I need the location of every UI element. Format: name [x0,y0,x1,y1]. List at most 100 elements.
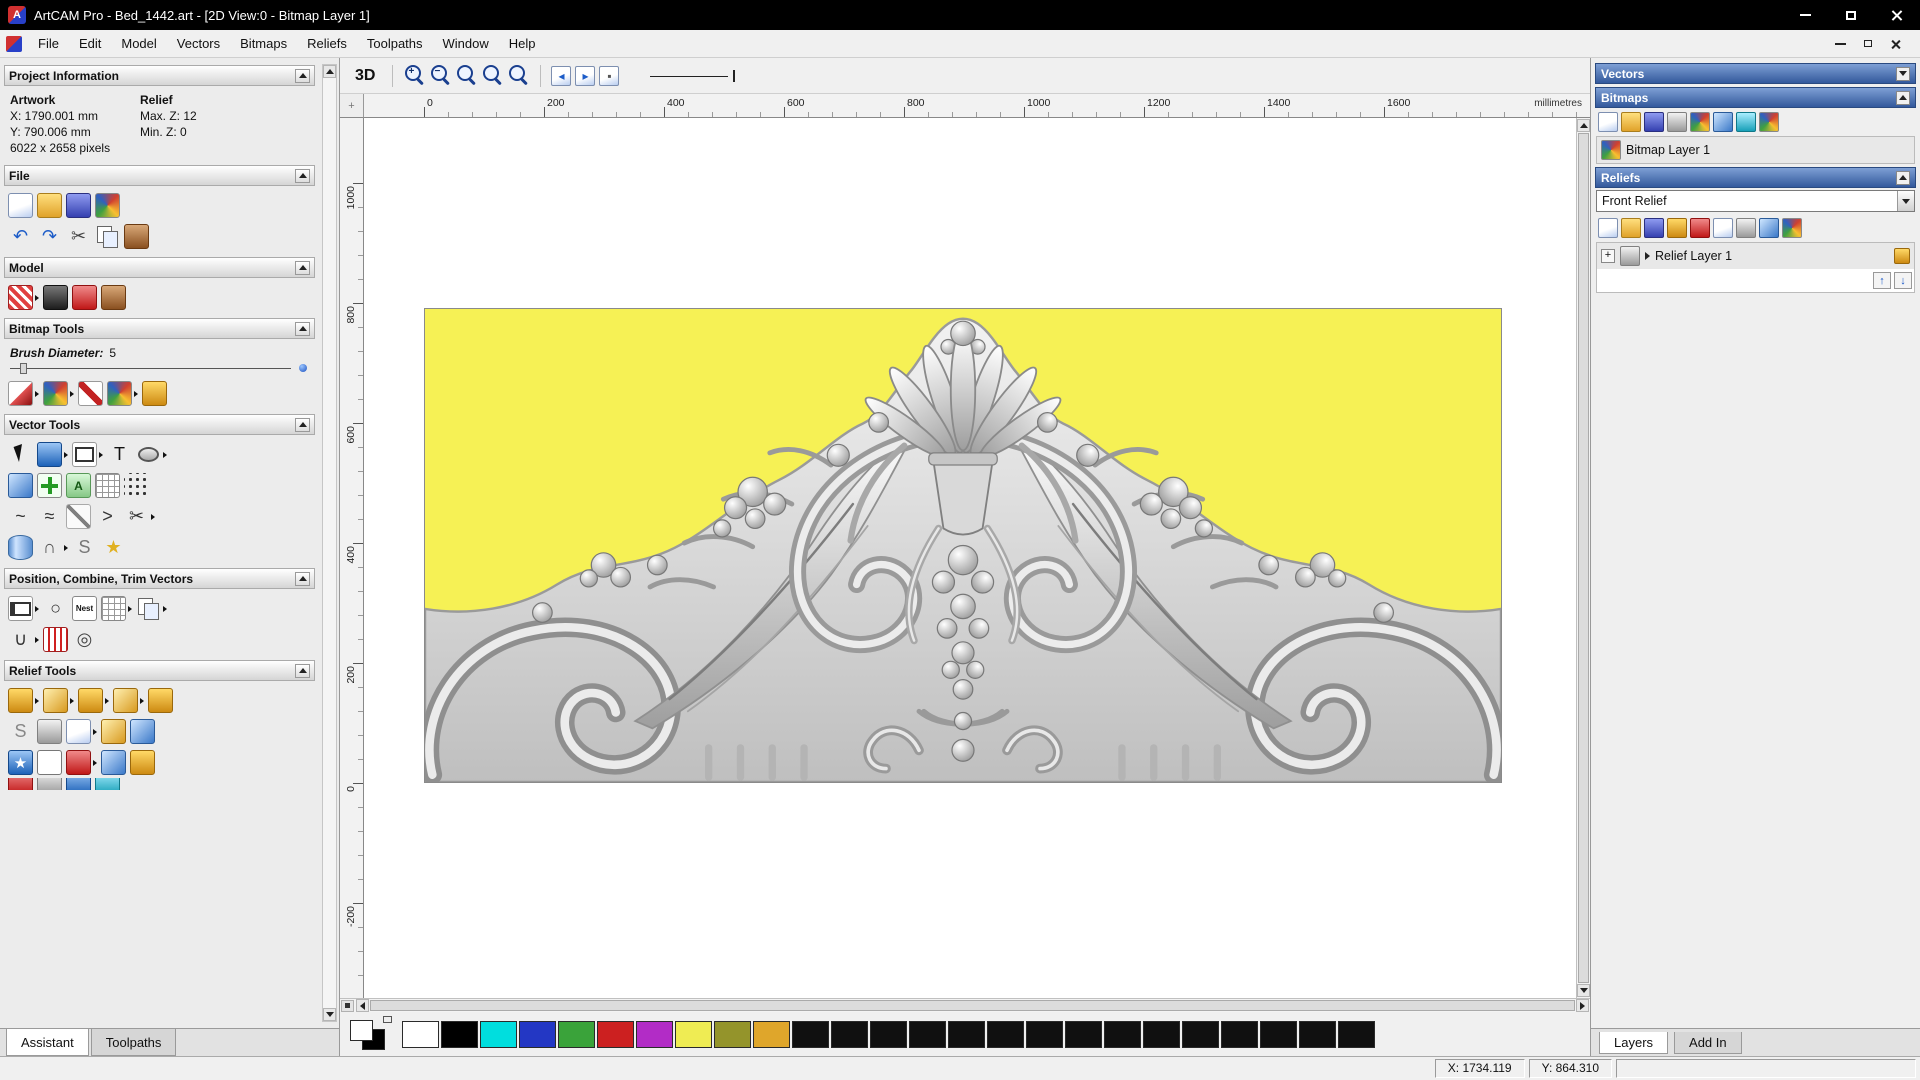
import-model-icon[interactable] [95,193,120,218]
flyout-arrow-icon[interactable] [128,605,132,612]
weave-wizard-icon[interactable]: ∩ [37,535,68,560]
swatch-dark[interactable] [792,1020,829,1048]
menu-window[interactable]: Window [433,32,499,55]
picture-icon[interactable] [101,285,126,310]
turn-relief-icon[interactable] [148,688,173,713]
new-bitmap-layer-icon[interactable] [1598,112,1618,132]
document-icon[interactable] [6,35,22,52]
swatch-dark[interactable] [1143,1020,1180,1048]
tab-layers[interactable]: Layers [1599,1031,1669,1054]
collapse-section-button[interactable] [295,663,310,678]
menu-reliefs[interactable]: Reliefs [297,32,357,55]
flyout-arrow-icon[interactable] [151,513,155,520]
delete-layer-icon[interactable] [1759,218,1779,238]
swatch-dark[interactable] [1338,1020,1375,1048]
invert-layer-icon[interactable] [1690,218,1710,238]
lock-relief-icon[interactable] [130,719,155,744]
menu-bitmaps[interactable]: Bitmaps [230,32,297,55]
swap-colours-icon[interactable] [383,1016,392,1023]
weave-relief-icon[interactable] [37,719,62,744]
bitmap-artwork[interactable] [424,308,1502,783]
colour-picker-icon[interactable] [78,381,103,406]
redraw-view-icon[interactable]: ▪ [599,65,620,86]
vertical-scrollbar[interactable] [1576,118,1590,998]
new-model-icon[interactable] [8,193,33,218]
scroll-right-button[interactable] [1576,999,1589,1012]
assistant-scrollbar[interactable] [322,64,337,1022]
smooth-layer-icon[interactable] [1667,218,1687,238]
arc-tool-icon[interactable]: > [95,504,120,529]
swatch-dark[interactable] [1104,1020,1141,1048]
palette-icon[interactable] [107,381,138,406]
restore-document-button[interactable] [1856,33,1880,54]
swept-profiles-icon[interactable]: S [8,719,33,744]
spiral-icon[interactable]: ◎ [72,627,97,652]
swatch-cyan[interactable] [480,1020,517,1048]
paint-icon[interactable] [8,381,39,406]
group-vectors-icon[interactable] [136,596,167,621]
collapse-section-button[interactable] [295,68,310,83]
snap-grid-icon[interactable] [95,473,120,498]
transparency-icon[interactable] [1736,112,1756,132]
envelope-relief-icon[interactable] [37,750,62,775]
flyout-arrow-icon[interactable] [134,390,138,397]
swatch-dark[interactable] [831,1020,868,1048]
swatch-dark[interactable] [1026,1020,1063,1048]
circular-copy-icon[interactable]: ○ [43,596,68,621]
collapse-section-button[interactable] [295,417,310,432]
collapse-section-button[interactable] [295,168,310,183]
open-bitmap-layer-icon[interactable] [1621,112,1641,132]
flyout-arrow-icon[interactable] [35,390,39,397]
swatch-dark[interactable] [948,1020,985,1048]
pane-splitter-button[interactable] [341,999,354,1012]
swatch-white[interactable] [402,1020,439,1048]
menu-toolpaths[interactable]: Toolpaths [357,32,433,55]
fit-curve-icon[interactable]: ~ [8,504,33,529]
scale-layer-icon[interactable] [1713,218,1733,238]
redo-icon[interactable]: ↷ [37,224,62,249]
node-editing-icon[interactable] [66,504,91,529]
flood-fill-icon[interactable] [142,381,167,406]
dropdown-arrow-icon[interactable] [1897,191,1914,211]
minimize-window-button[interactable] [1782,0,1828,30]
smooth-relief-icon[interactable] [43,688,74,713]
flyout-arrow-icon[interactable] [105,697,109,704]
create-text-icon[interactable]: T [107,442,132,467]
slider-thumb[interactable] [20,363,27,374]
swatch-dark[interactable] [1065,1020,1102,1048]
create-ellipse-icon[interactable] [136,442,167,467]
menu-vectors[interactable]: Vectors [167,32,230,55]
save-relief-layer-icon[interactable] [1644,218,1664,238]
layer-properties-icon[interactable] [1759,112,1779,132]
star-wizard-icon[interactable]: ★ [101,535,126,560]
tab-assistant[interactable]: Assistant [6,1029,89,1056]
merge-layers-icon[interactable] [1667,112,1687,132]
block-copy-icon[interactable] [101,596,132,621]
create-rectangle-icon[interactable] [72,442,103,467]
swatch-yellow[interactable] [675,1020,712,1048]
open-relief-layer-icon[interactable] [1621,218,1641,238]
close-document-button[interactable] [1884,33,1908,54]
layer-properties-icon[interactable] [1782,218,1802,238]
swatch-dark[interactable] [870,1020,907,1048]
relief-artwork[interactable] [425,309,1501,782]
collapse-section-button[interactable] [295,571,310,586]
extrude-vector-icon[interactable] [8,535,33,560]
texture-icon[interactable] [43,285,68,310]
swatch-black[interactable] [441,1020,478,1048]
2d-view-canvas[interactable] [364,118,1576,998]
horizontal-scrollbar[interactable] [340,998,1590,1012]
next-view-icon[interactable]: ▸ [575,65,596,86]
new-relief-layer-icon[interactable] [1598,218,1618,238]
sculpting-icon[interactable] [72,285,97,310]
reliefs-panel-header[interactable]: Reliefs [1595,167,1916,188]
zoom-objects-icon[interactable] [507,64,530,87]
flyout-arrow-icon[interactable] [35,294,39,301]
relief-layer-row[interactable]: + Relief Layer 1 [1597,243,1914,269]
flyout-arrow-icon[interactable] [64,451,68,458]
lighting-material-icon[interactable] [8,285,39,310]
shape-editor-icon[interactable] [8,688,39,713]
paste-icon[interactable] [124,224,149,249]
offset-relief-icon[interactable] [130,750,155,775]
copy-icon[interactable] [95,224,120,249]
